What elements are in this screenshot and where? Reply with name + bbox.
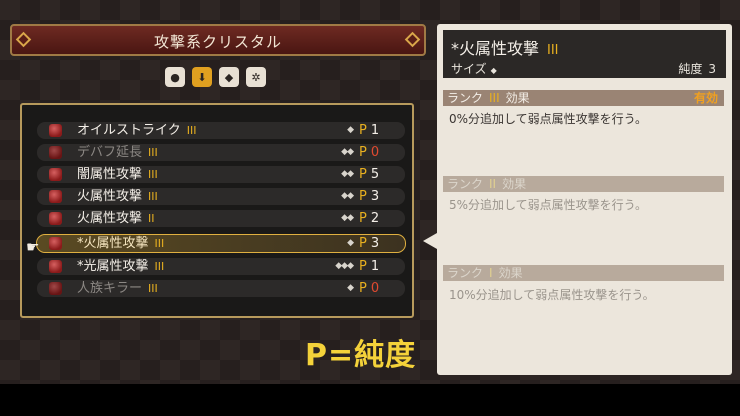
- crystal-list: オイルストライク III ◆ P1 デバフ延長 III ◆◆ P0 闇属性攻撃 III…: [20, 103, 414, 318]
- purity-caption: P=純度: [305, 338, 417, 373]
- crystal-size: ◆: [347, 283, 354, 293]
- crystal-rank: III: [186, 124, 197, 137]
- detail-size-label: サイズ: [451, 62, 487, 76]
- purity-label: P: [359, 281, 367, 296]
- effect-rank: II: [489, 177, 497, 191]
- effect-description: 5%分追加して弱点属性攻撃を行う。: [449, 198, 647, 212]
- effect-rank: III: [489, 91, 500, 105]
- detail-title: *火属性攻撃: [451, 39, 540, 58]
- crystal-gem-icon: [49, 190, 62, 203]
- purity-value: 3: [370, 236, 380, 251]
- effect-label: 効果: [502, 177, 527, 191]
- crystal-size: ◆◆: [341, 191, 354, 201]
- crystal-rank: III: [154, 237, 165, 250]
- crystal-name: 人族キラー: [77, 281, 143, 296]
- crystal-gem-icon: [49, 282, 62, 295]
- detail-size-value: ◆: [490, 66, 497, 75]
- detail-purity-label: 純度: [678, 62, 703, 76]
- crystal-name: オイルストライク: [77, 123, 181, 138]
- purity-value: 0: [370, 281, 380, 296]
- crystal-size: ◆◆: [341, 147, 354, 157]
- effect-header-rank-3: ランク III 効果 有効: [443, 90, 724, 106]
- crystal-rank: II: [148, 212, 155, 225]
- purity-value: 2: [370, 211, 380, 226]
- effect-rank-label: ランク: [447, 266, 484, 280]
- crystal-name: *光属性攻撃: [77, 259, 149, 274]
- crystal-rank: III: [148, 168, 158, 181]
- effect-rank: I: [489, 266, 493, 280]
- crystal-rank: III: [148, 282, 158, 295]
- purity-value: 1: [370, 123, 380, 138]
- crystal-name: デバフ延長: [77, 145, 143, 160]
- effect-header-rank-2: ランク II 効果: [443, 176, 724, 192]
- crystal-gem-icon: [49, 237, 62, 250]
- pointing-hand-cursor-icon: ☛: [26, 238, 40, 256]
- purity-label: P: [359, 123, 367, 138]
- list-item[interactable]: デバフ延長 III ◆◆ P0: [37, 144, 405, 161]
- crystal-size: ◆◆: [341, 213, 354, 223]
- detail-header: *火属性攻撃 III サイズ ◆ 純度 3: [443, 30, 726, 78]
- crystal-detail-panel: *火属性攻撃 III サイズ ◆ 純度 3 ランク III 効果 有効 0%分追加して弱点…: [437, 24, 732, 375]
- crystal-rank: III: [148, 146, 158, 159]
- category-tabs: ● ⬇ ◆ ✲: [165, 67, 266, 87]
- effect-status-badge: 有効: [693, 91, 718, 105]
- category-title-banner: 攻撃系クリスタル: [10, 24, 426, 56]
- crystal-gem-icon: [49, 124, 62, 137]
- crystal-size: ◆◆◆: [335, 261, 354, 271]
- purity-value: 3: [370, 189, 380, 204]
- crystal-size: ◆◆: [341, 169, 354, 179]
- purity-label: P: [359, 167, 367, 182]
- effect-label: 効果: [505, 91, 530, 105]
- tab-down-arrow-icon[interactable]: ⬇: [192, 67, 212, 87]
- crystal-size: ◆: [347, 125, 354, 135]
- tab-gear-icon[interactable]: ✲: [246, 67, 266, 87]
- tab-bust-icon[interactable]: ●: [165, 67, 185, 87]
- crystal-name: 火属性攻撃: [77, 211, 143, 226]
- crystal-name: *火属性攻撃: [77, 236, 149, 251]
- crystal-rank: III: [148, 190, 158, 203]
- detail-pointer-arrow: [423, 233, 437, 249]
- purity-value: 0: [370, 145, 380, 160]
- list-item[interactable]: 火属性攻撃 III ◆◆ P3: [37, 188, 405, 205]
- crystal-gem-icon: [49, 260, 62, 273]
- effect-header-rank-1: ランク I 効果: [443, 265, 724, 281]
- crystal-gem-icon: [49, 212, 62, 225]
- effect-rank-label: ランク: [447, 91, 484, 105]
- crystal-gem-icon: [49, 146, 62, 159]
- detail-rank: III: [547, 43, 559, 58]
- list-item[interactable]: 闇属性攻撃 III ◆◆ P5: [37, 166, 405, 183]
- tab-shield-icon[interactable]: ◆: [219, 67, 239, 87]
- effect-description: 0%分追加して弱点属性攻撃を行う。: [449, 112, 647, 126]
- purity-value: 1: [370, 259, 380, 274]
- bottom-letterbox: [0, 384, 740, 416]
- crystal-size: ◆: [347, 238, 354, 248]
- purity-label: P: [359, 189, 367, 204]
- effect-description: 10%分追加して弱点属性攻撃を行う。: [449, 288, 655, 302]
- list-item-selected[interactable]: *火属性攻撃 III ◆ P3: [36, 234, 406, 253]
- detail-purity-value: 3: [708, 62, 716, 76]
- purity-label: P: [359, 211, 367, 226]
- effect-label: 効果: [498, 266, 523, 280]
- purity-label: P: [359, 259, 367, 274]
- crystal-name: 闇属性攻撃: [77, 167, 143, 182]
- purity-label: P: [359, 236, 367, 251]
- crystal-name: 火属性攻撃: [77, 189, 143, 204]
- list-item[interactable]: *光属性攻撃 III ◆◆◆ P1: [37, 258, 405, 275]
- category-title: 攻撃系クリスタル: [153, 33, 282, 51]
- effect-rank-label: ランク: [447, 177, 484, 191]
- purity-label: P: [359, 145, 367, 160]
- list-item[interactable]: オイルストライク III ◆ P1: [37, 122, 405, 139]
- crystal-gem-icon: [49, 168, 62, 181]
- list-item[interactable]: 人族キラー III ◆ P0: [37, 280, 405, 297]
- purity-value: 5: [370, 167, 380, 182]
- list-item[interactable]: 火属性攻撃 II ◆◆ P2: [37, 210, 405, 227]
- crystal-rank: III: [154, 260, 165, 273]
